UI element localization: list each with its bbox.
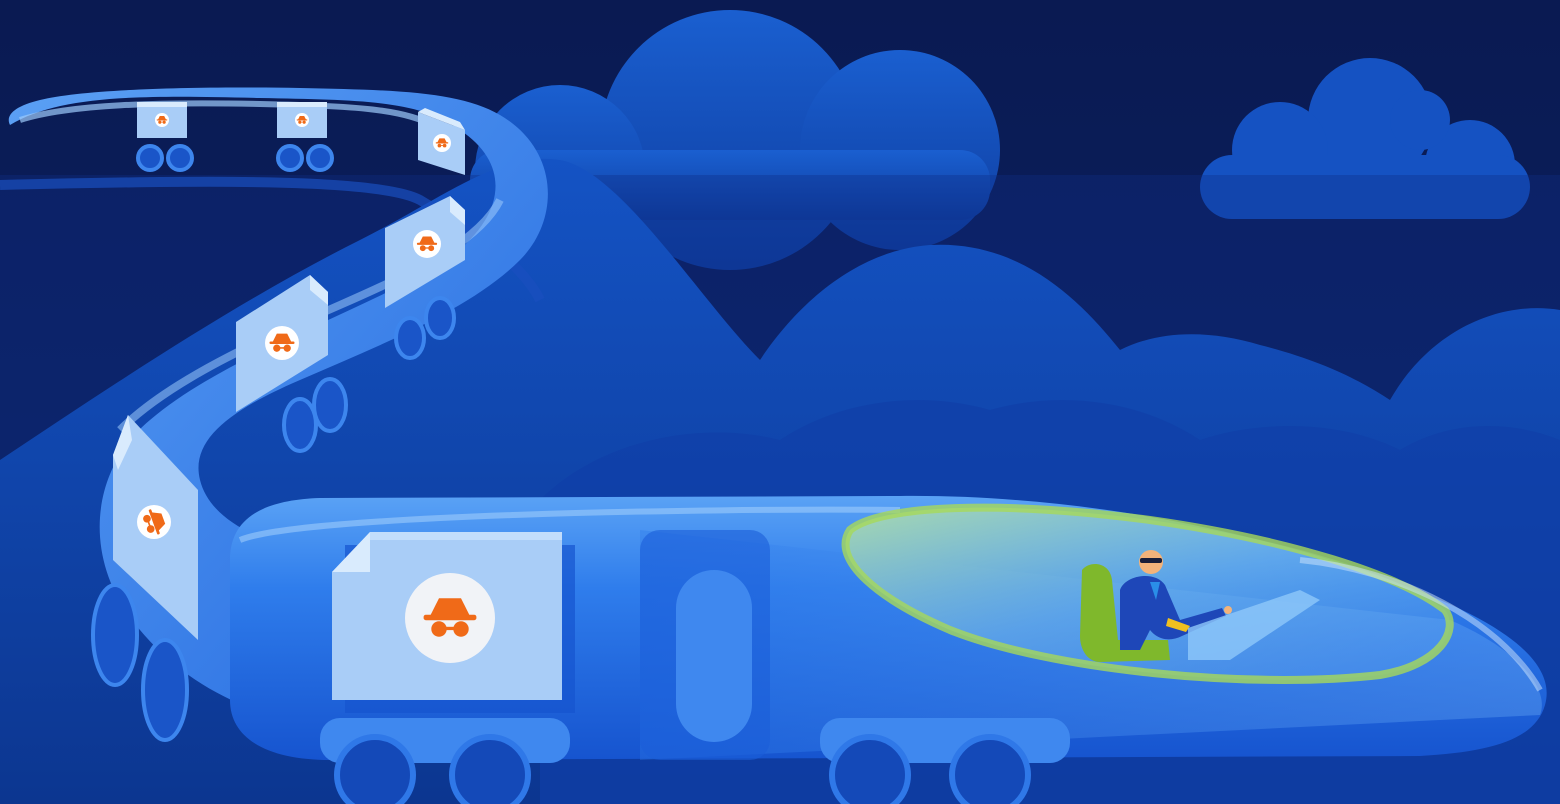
container-1 <box>137 102 187 138</box>
container-2 <box>277 102 327 138</box>
train-illustration <box>0 0 1560 804</box>
container-7 <box>332 532 575 713</box>
illustration-scene <box>0 0 1560 804</box>
door-window <box>676 570 752 742</box>
